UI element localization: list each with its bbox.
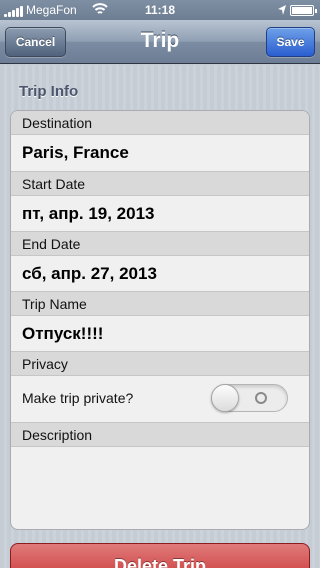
toggle-knob: [211, 384, 239, 412]
save-button[interactable]: Save: [266, 27, 315, 57]
end-date-label: End Date: [11, 231, 309, 256]
private-toggle-label: Make trip private?: [22, 390, 134, 406]
trip-name-label: Trip Name: [11, 291, 309, 316]
trip-info-group: Destination Paris, France Start Date пт,…: [10, 110, 310, 530]
form-content: Trip Info Destination Paris, France Star…: [0, 65, 320, 568]
destination-label: Destination: [11, 111, 309, 135]
toggle-off-icon: [255, 392, 267, 404]
private-toggle-switch[interactable]: [211, 384, 288, 412]
battery-icon: [290, 5, 317, 16]
clock: 11:18: [144, 3, 176, 17]
end-date-field[interactable]: сб, апр. 27, 2013: [11, 256, 309, 291]
location-arrow-icon: [278, 5, 286, 15]
start-date-label: Start Date: [11, 171, 309, 196]
trip-name-field[interactable]: Отпуск!!!!: [11, 316, 309, 351]
destination-field[interactable]: Paris, France: [11, 135, 309, 170]
status-bar: MegaFon 11:18: [0, 0, 320, 20]
section-header-trip-info: Trip Info: [19, 83, 79, 100]
private-toggle-row: Make trip private?: [11, 381, 309, 416]
privacy-label: Privacy: [11, 351, 309, 376]
delete-trip-button[interactable]: Delete Trip: [10, 543, 310, 568]
start-date-field[interactable]: пт, апр. 19, 2013: [11, 196, 309, 231]
navigation-bar: Cancel Trip Save: [0, 20, 320, 64]
description-field[interactable]: [11, 447, 309, 527]
description-label: Description: [11, 422, 309, 447]
